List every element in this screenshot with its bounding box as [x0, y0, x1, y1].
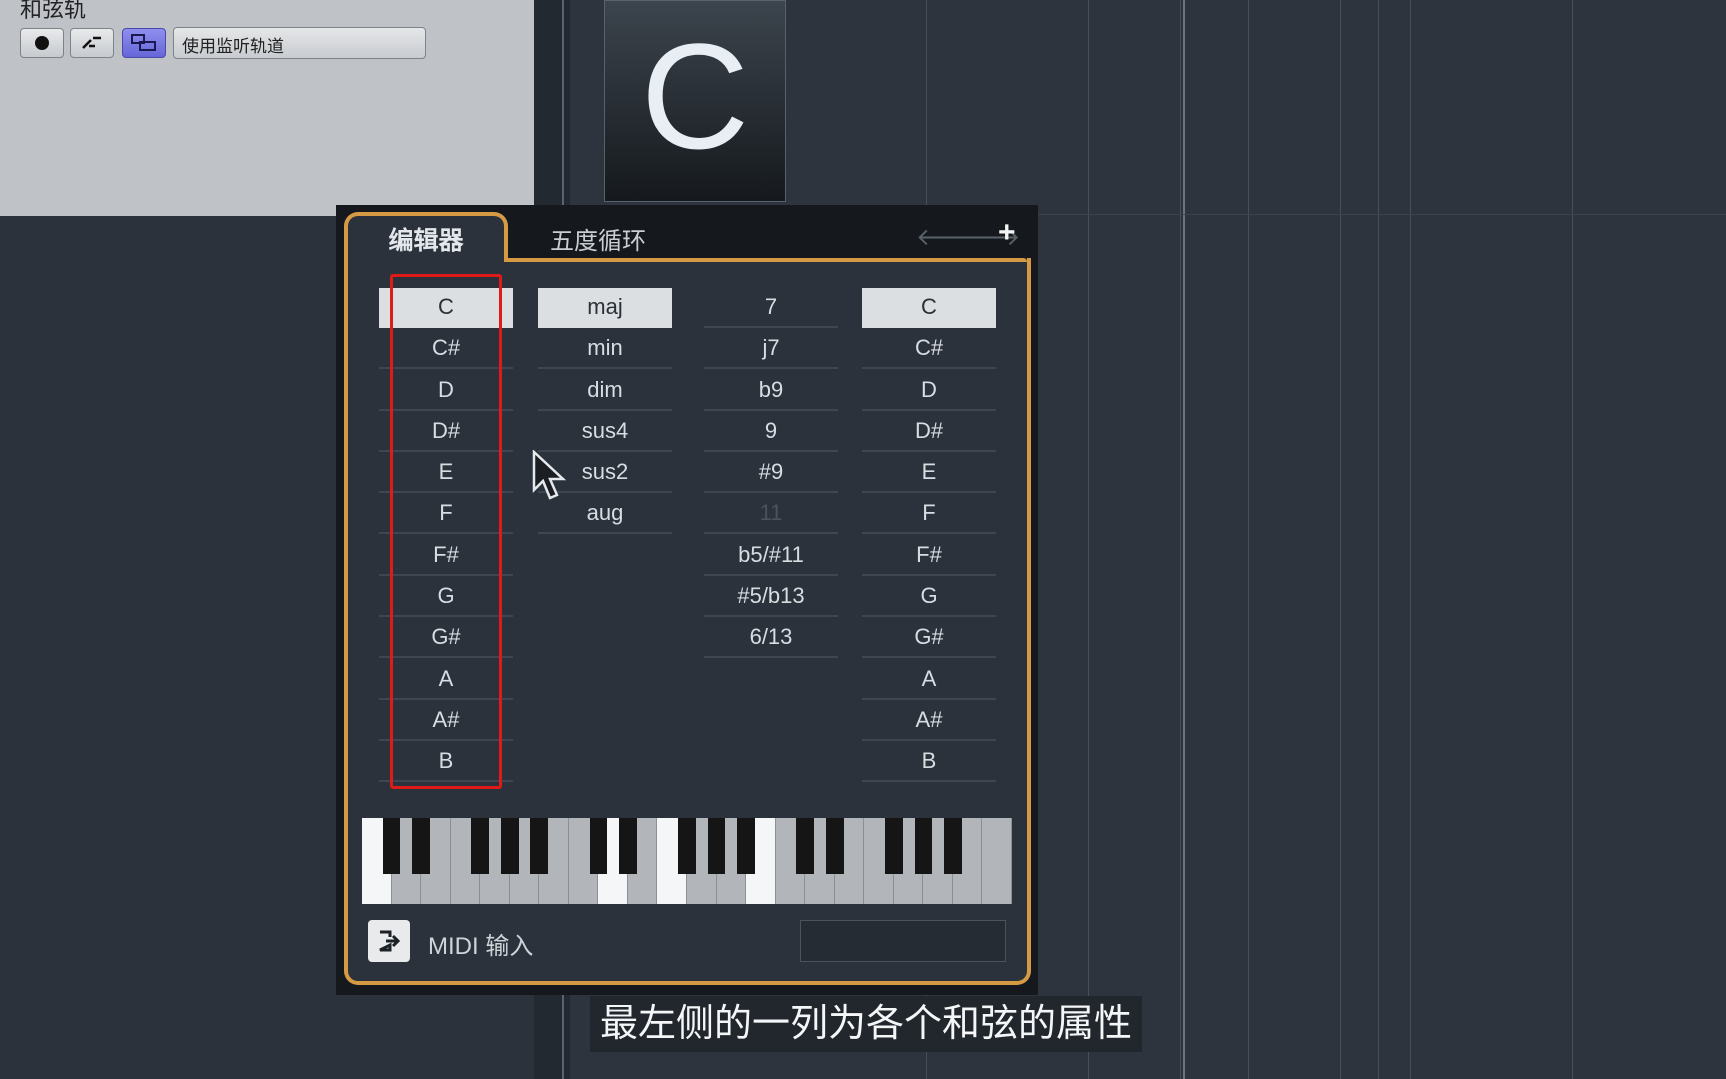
black-key[interactable] [382, 818, 401, 874]
grid-line [1410, 0, 1411, 1079]
tension-item[interactable]: 9 [704, 412, 838, 452]
bass-note-item[interactable]: E [862, 453, 996, 494]
tension-item[interactable]: b5/#11 [704, 536, 838, 576]
bass-note-item[interactable]: C# [862, 329, 996, 370]
tension-item-disabled: 11 [704, 494, 838, 535]
black-key[interactable] [914, 818, 933, 874]
black-key[interactable] [500, 818, 519, 874]
black-key[interactable] [944, 818, 962, 874]
bass-note-item[interactable]: A [862, 660, 996, 700]
voicing-button[interactable] [70, 28, 114, 58]
bass-note-item[interactable]: G [862, 577, 996, 618]
midi-input-icon[interactable] [368, 920, 410, 962]
record-button[interactable] [20, 28, 64, 58]
locator-line [1183, 0, 1185, 1079]
black-key[interactable] [412, 818, 430, 874]
grid-line [1248, 0, 1249, 1079]
tension-item[interactable]: #9 [704, 453, 838, 494]
black-key[interactable] [678, 818, 696, 874]
chord-event-label: C [640, 12, 750, 180]
root-column-highlight [390, 274, 502, 789]
tension-item[interactable]: b9 [704, 371, 838, 411]
voicing-icon [82, 36, 101, 49]
auto-voicing-button[interactable] [122, 28, 166, 58]
midi-input-field[interactable] [800, 920, 1006, 962]
chord-track-header: 和弦轨 使用监听轨道 [0, 0, 534, 216]
monitor-track-selector[interactable]: 使用监听轨道 [173, 27, 426, 59]
black-key[interactable] [530, 818, 549, 874]
bass-note-item[interactable]: A# [862, 701, 996, 741]
bass-note-item[interactable]: D [862, 371, 996, 411]
tension-item[interactable]: j7 [704, 329, 838, 370]
blocks-icon [131, 34, 156, 51]
black-key[interactable] [796, 818, 815, 874]
black-key[interactable] [825, 818, 844, 874]
tab-circle-of-fifths[interactable]: 五度循环 [528, 218, 668, 258]
tension-item[interactable]: 6/13 [704, 618, 838, 659]
white-key[interactable] [982, 818, 1012, 904]
mouse-cursor-icon [532, 450, 567, 500]
bass-note-item[interactable]: B [862, 742, 996, 783]
chord-quality-item[interactable]: sus4 [538, 412, 672, 452]
black-key[interactable] [707, 818, 726, 874]
tension-item[interactable]: #5/b13 [704, 577, 838, 618]
bass-note-item[interactable]: C [862, 288, 996, 328]
grid-line [1572, 0, 1573, 1079]
bass-note-item[interactable]: F# [862, 536, 996, 576]
add-icon[interactable]: + [998, 216, 1016, 250]
video-subtitle: 最左侧的一列为各个和弦的属性 [590, 996, 1143, 1052]
record-icon [35, 36, 49, 50]
tension-item[interactable]: 7 [704, 288, 838, 328]
grid-line [1088, 0, 1089, 1079]
chord-event[interactable]: C [604, 0, 786, 202]
chord-quality-item[interactable]: min [538, 329, 672, 370]
bass-note-column: C C# D D# E F F# G G# A A# B [862, 288, 996, 784]
bass-note-item[interactable]: F [862, 494, 996, 535]
black-key[interactable] [589, 818, 608, 874]
chord-quality-item[interactable]: dim [538, 371, 672, 411]
grid-line [1180, 0, 1181, 1079]
midi-input-glyph [379, 930, 401, 952]
midi-input-label: MIDI 输入 [428, 933, 534, 960]
grid-line [1340, 0, 1341, 1079]
bass-note-item[interactable]: D# [862, 412, 996, 452]
track-title: 和弦轨 [20, 0, 87, 22]
bass-note-item[interactable]: G# [862, 618, 996, 659]
chord-quality-item[interactable]: maj [538, 288, 672, 328]
piano-keyboard[interactable] [362, 818, 1012, 904]
tension-column: 7 j7 b9 9 #9 11 b5/#11 #5/b13 6/13 [704, 288, 838, 660]
tab-editor[interactable]: 编辑器 [344, 212, 508, 262]
black-key[interactable] [737, 818, 755, 874]
black-key[interactable] [884, 818, 903, 874]
black-key[interactable] [619, 818, 637, 874]
editor-frame-top [500, 258, 1027, 262]
grid-line [1378, 0, 1379, 1079]
black-key[interactable] [471, 818, 490, 874]
